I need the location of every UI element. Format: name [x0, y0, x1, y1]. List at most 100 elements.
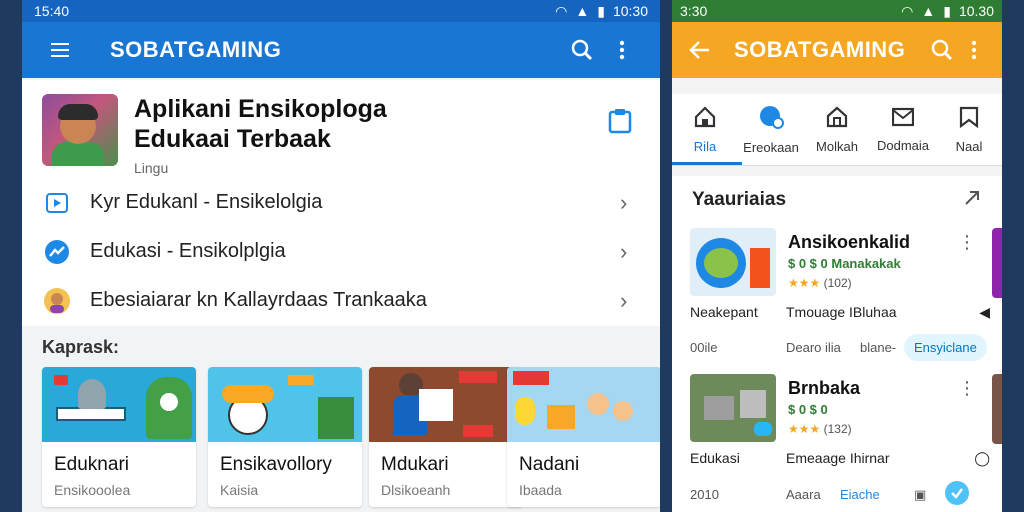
status-time: 15:40 — [34, 3, 70, 19]
tab-5[interactable]: Naal — [936, 94, 1002, 165]
circle-icon[interactable]: ◯ — [974, 450, 990, 467]
battery-icon: ▮ — [943, 2, 951, 19]
more-vert-icon[interactable]: ⋮ — [958, 378, 976, 399]
home-icon — [694, 105, 716, 131]
status-right-time: 10.30 — [958, 3, 994, 19]
tab-label: Dodmaia — [876, 137, 930, 153]
more-vert-icon[interactable]: ⋮ — [958, 232, 976, 253]
app-bar: SOBATGAMING — [22, 22, 660, 78]
bookmark-icon — [959, 106, 979, 131]
rating-count: (132) — [823, 422, 852, 436]
tile-illustration — [208, 367, 362, 442]
app-title: SOBATGAMING — [734, 37, 906, 62]
tile-title: Eduknari — [54, 454, 129, 475]
app-card-info: Dearo ilia — [786, 340, 841, 355]
app-title: SOBATGAMING — [110, 37, 282, 62]
featured-title-line2: Edukaai Terbaak — [134, 125, 331, 153]
frame-icon[interactable]: ▣ — [914, 487, 926, 503]
tab-4[interactable]: Dodmaia — [870, 94, 936, 165]
tab-2[interactable]: Ereokaan — [738, 94, 804, 165]
tab-label: Rila — [693, 138, 717, 154]
section-header: Yaauriaias — [672, 176, 1002, 224]
house-icon — [826, 106, 848, 131]
more-vert-icon[interactable] — [602, 30, 642, 70]
app-card-info: blane- — [860, 340, 897, 355]
category-tile-4[interactable]: Nadani Ibaada — [507, 367, 660, 507]
tile-illustration — [369, 367, 523, 442]
app-card-info: 00ile — [690, 340, 718, 355]
status-bar: 3:30 ◠ ▲ ▮ 10.30 — [672, 0, 1002, 22]
tile-subtitle: Ensikooolea — [54, 482, 131, 498]
app-bar: SOBATGAMING — [672, 22, 1002, 78]
tab-1[interactable]: Rila — [672, 94, 742, 165]
menu-item-label: Edukasi - Ensikolplgia — [90, 240, 286, 262]
hamburger-menu-icon[interactable] — [40, 30, 80, 70]
chevron-right-icon: › — [620, 238, 628, 264]
app-card-meta: $ 0 $ 0 Manakakak — [788, 256, 901, 271]
star-rating: ★★★ — [788, 276, 821, 290]
tile-subtitle: Ibaada — [519, 482, 562, 498]
back-arrow-icon[interactable] — [684, 41, 716, 59]
check-circle-icon[interactable] — [944, 480, 970, 509]
featured-header: Aplikani Ensikoploga Edukaai Terbaak Lin… — [22, 80, 660, 178]
scroll-peek-card — [992, 228, 1002, 298]
chevron-right-icon: › — [620, 189, 628, 215]
section-title: Yaauriaias — [692, 189, 787, 210]
play-icon[interactable]: ◀ — [979, 304, 990, 321]
menu-item-label: Kyr Edukanl - Ensikelolgia — [90, 191, 323, 213]
tab-3[interactable]: Molkah — [804, 94, 870, 165]
mail-icon — [891, 107, 915, 130]
app-card-name: Ansikoenkalid — [788, 232, 911, 252]
wifi-icon: ◠ — [555, 2, 568, 19]
app-thumbnail[interactable] — [42, 94, 118, 166]
signal-icon: ▲ — [575, 3, 590, 19]
app-card-meta: $ 0 $ 0 — [788, 402, 828, 417]
app-card-label: Neakepant — [690, 304, 758, 320]
tile-illustration — [507, 367, 660, 442]
app-card-name: Brnbaka — [788, 378, 861, 398]
tile-subtitle: Kaisia — [220, 482, 259, 498]
search-icon[interactable] — [926, 39, 958, 61]
tile-illustration — [42, 367, 196, 442]
video-card-icon — [42, 188, 72, 218]
app-card-1[interactable]: Ansikoenkalid $ 0 $ 0 Manakakak ★★★ (102… — [690, 228, 990, 361]
content-panel: Yaauriaias Ansikoenkalid $ 0 $ 0 Manakak… — [672, 176, 1002, 512]
status-bar: 15:40 ◠ ▲ ▮ 10:30 — [22, 0, 660, 22]
app-card-info: 2010 — [690, 487, 719, 502]
tile-title: Ensikavollory — [220, 454, 332, 475]
app-card-2[interactable]: Brnbaka $ 0 $ 0 ★★★ (132) ⋮ Edukasi Emea… — [690, 374, 990, 505]
featured-card: Aplikani Ensikoploga Edukaai Terbaak Lin… — [22, 80, 660, 326]
category-tile-2[interactable]: Ensikavollory Kaisia — [208, 367, 362, 507]
search-icon[interactable] — [562, 30, 602, 70]
avatar-icon — [42, 286, 72, 316]
tile-subtitle: Dlsikoeanh — [381, 482, 451, 498]
wifi-icon: ◠ — [901, 2, 914, 19]
app-card-label: Emeaage Ihirnar — [786, 450, 890, 466]
menu-item-1[interactable]: Kyr Edukanl - Ensikelolgia › — [22, 178, 660, 227]
app-card-info: Eiache — [840, 487, 880, 502]
status-right-time: 10:30 — [612, 3, 648, 19]
app-card-rating: ★★★ (102) — [788, 276, 852, 290]
app-card-label: Tmouage IBluhaa — [786, 304, 897, 320]
chevron-right-icon: › — [620, 287, 628, 313]
tab-label: Naal — [955, 138, 983, 154]
clipboard-icon[interactable] — [600, 94, 640, 178]
more-vert-icon[interactable] — [958, 40, 990, 60]
section-title: Kaprask: — [42, 337, 120, 357]
app-card-rating: ★★★ (132) — [788, 422, 852, 436]
app-card-image — [690, 374, 776, 442]
signal-icon: ▲ — [921, 3, 936, 19]
menu-item-2[interactable]: Edukasi - Ensikolplgia › — [22, 227, 660, 276]
category-tile-3[interactable]: Mdukari Dlsikoeanh — [369, 367, 523, 507]
menu-item-3[interactable]: Ebesiaiarar kn Kallayrdaas Trankaaka › — [22, 276, 660, 325]
expand-icon[interactable] — [962, 188, 982, 213]
trend-circle-icon — [42, 237, 72, 267]
category-tile-1[interactable]: Eduknari Ensikooolea — [42, 367, 196, 507]
tab-label: Molkah — [816, 138, 858, 154]
star-rating: ★★★ — [788, 422, 821, 436]
app-card-info: Aaara — [786, 487, 821, 502]
tile-title: Nadani — [519, 454, 580, 475]
tab-label: Ereokaan — [743, 139, 799, 155]
battery-icon: ▮ — [597, 2, 605, 19]
category-chip[interactable]: Ensyiclane — [904, 334, 987, 361]
